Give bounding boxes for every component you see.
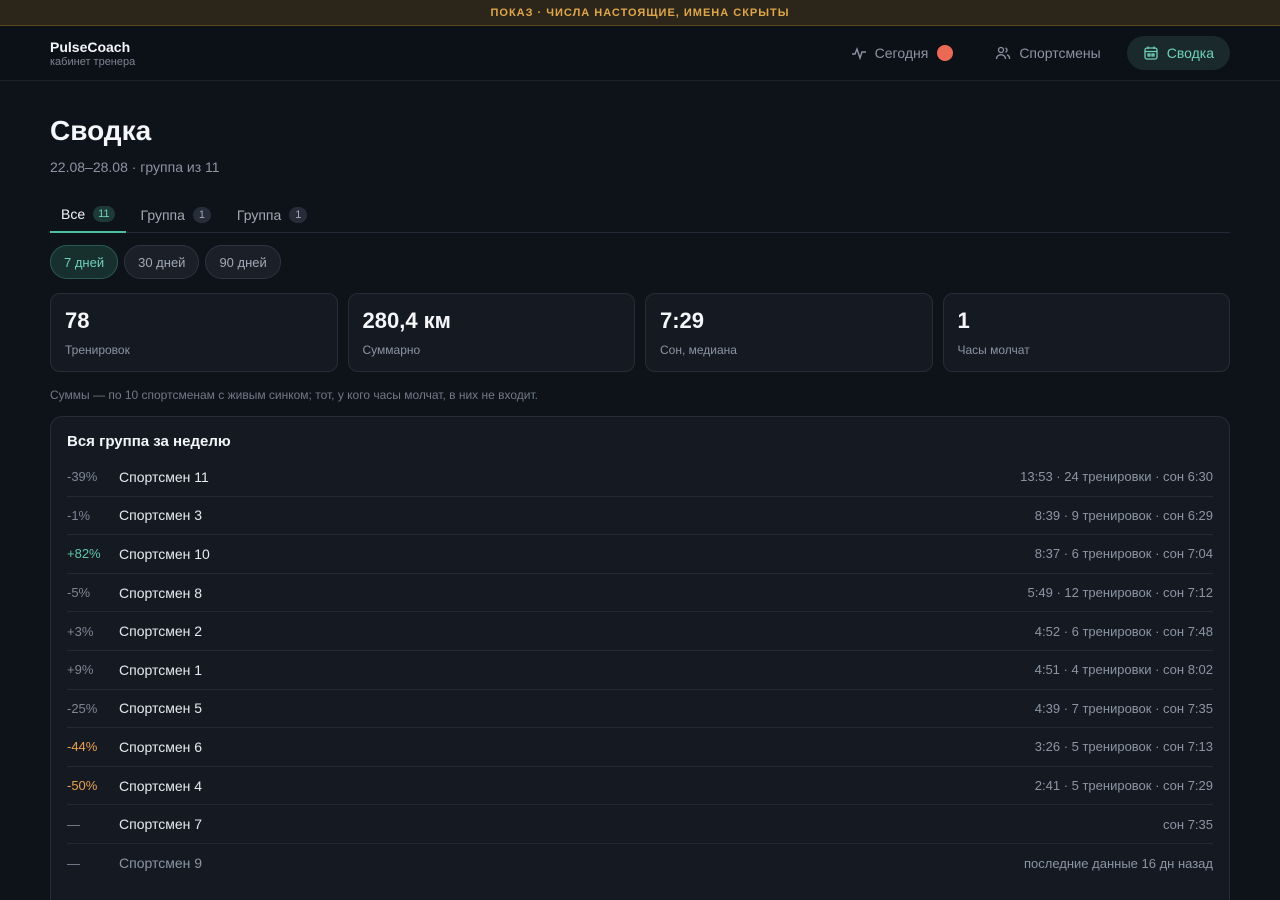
stat-value: 280,4 км [362,308,451,333]
delta-value: +9% [67,662,94,678]
brand-subtitle: кабинет тренера [50,55,136,68]
demo-banner: ПОКАЗ · ЧИСЛА НАСТОЯЩИЕ, ИМЕНА СКРЫТЫ [0,0,1280,26]
athlete-name: Спортсмен 4 [119,777,203,794]
delta-value: +82% [67,546,101,562]
delta-value: -1% [67,507,91,523]
calendar-icon [1144,46,1158,60]
athlete-stats: 5:49 · 12 тренировок · сон 7:12 [1027,585,1213,601]
period-selector: 7 дней 30 дней 90 дней [50,245,1230,279]
delta-value: — [67,855,80,871]
tab-group-1[interactable]: Группа 1 [130,197,222,233]
tab-label: Группа [236,207,282,223]
athlete-stats: 2:41 · 5 тренировок · сон 7:29 [1034,778,1213,794]
stat-sleep: 7:29 Сон, медиана [645,293,933,372]
athlete-name: Спортсмен 11 [119,468,209,485]
main-nav: Сегодня Спортсмены Сводка [835,36,1230,70]
athlete-name: Спортсмен 1 [119,661,203,678]
delta-value: — [67,816,80,832]
table-row[interactable]: +9% Спортсмен 1 4:51 · 4 тренировки · со… [67,651,1213,690]
nav-summary[interactable]: Сводка [1126,36,1230,70]
athlete-stats: 3:26 · 5 тренировок · сон 7:13 [1034,739,1213,755]
athlete-stats: 4:52 · 6 тренировок · сон 7:48 [1034,623,1213,639]
page-subtitle: 22.08–28.08 · группа из 11 [50,159,220,175]
nav-today[interactable]: Сегодня [835,36,970,70]
users-icon [996,46,1011,60]
table-row[interactable]: — Спортсмен 7 сон 7:35 [67,805,1213,844]
athlete-stats: 8:39 · 9 тренировок · сон 6:29 [1034,507,1213,523]
brand-name: PulseCoach [50,38,131,55]
tab-count-badge: 1 [289,207,308,223]
athlete-name: Спортсмен 6 [119,738,203,755]
pulse-icon [851,46,866,61]
delta-value: -44% [67,739,98,755]
athlete-name: Спортсмен 3 [119,507,203,524]
table-row[interactable]: -5% Спортсмен 8 5:49 · 12 тренировок · с… [67,574,1213,613]
table-row[interactable]: -50% Спортсмен 4 2:41 · 5 тренировок · с… [67,767,1213,806]
delta-value: -5% [67,585,91,601]
stat-value: 1 [957,308,970,333]
nav-athletes-label: Спортсмены [1019,45,1101,61]
tab-label: Все [61,206,86,222]
nav-today-label: Сегодня [874,45,929,61]
totals-note: Суммы — по 10 спортсменам с живым синком… [50,388,538,402]
athlete-stats: сон 7:35 [1163,816,1213,832]
athlete-name: Спортсмен 7 [119,816,203,833]
athlete-name: Спортсмен 9 [119,855,203,872]
table-row[interactable]: -25% Спортсмен 5 4:39 · 7 тренировок · с… [67,690,1213,729]
main-content: Сводка 22.08–28.08 · группа из 11 Все 11… [0,81,1280,900]
delta-value: -39% [67,469,98,485]
stat-silent-watches: 1 Часы молчат [942,293,1230,372]
delta-value: -25% [67,700,98,716]
nav-athletes[interactable]: Спортсмены [979,36,1116,70]
delta-value: -50% [67,778,98,794]
group-tabs: Все 11 Группа 1 Группа 1 [50,197,1230,233]
athlete-name: Спортсмен 8 [119,584,203,601]
weekly-group-panel: Вся группа за неделю -39% Спортсмен 11 1… [50,416,1230,900]
table-row[interactable]: -1% Спортсмен 3 8:39 · 9 тренировок · со… [67,497,1213,536]
period-7-days[interactable]: 7 дней [50,245,119,279]
table-row[interactable]: -39% Спортсмен 11 13:53 · 24 тренировки … [67,458,1213,497]
athlete-stats: последние данные 16 дн назад [1023,855,1213,871]
table-row[interactable]: +82% Спортсмен 10 8:37 · 6 тренировок · … [67,535,1213,574]
stat-value: 7:29 [660,308,705,333]
athlete-stats: 4:39 · 7 тренировок · сон 7:35 [1034,700,1213,716]
table-row[interactable]: +3% Спортсмен 2 4:52 · 6 тренировок · со… [67,612,1213,651]
period-90-days[interactable]: 90 дней [205,245,281,279]
nav-summary-label: Сводка [1166,45,1214,61]
panel-title: Вся группа за неделю [67,433,231,450]
stat-label: Сон, медиана [660,343,737,357]
athlete-stats: 13:53 · 24 тренировки · сон 6:30 [1020,469,1213,485]
tab-group-2[interactable]: Группа 1 [226,197,318,233]
athlete-name: Спортсмен 10 [119,545,210,562]
tab-count-badge: 11 [93,206,115,222]
stats-cards: 78 Тренировок 280,4 км Суммарно 7:29 Сон… [50,293,1230,372]
stat-label: Суммарно [362,343,421,357]
athlete-stats: 8:37 · 6 тренировок · сон 7:04 [1034,546,1213,562]
athlete-name: Спортсмен 5 [119,700,203,717]
stat-workouts: 78 Тренировок [50,293,338,372]
alert-dot [937,45,954,61]
stat-label: Часы молчат [957,343,1030,357]
tab-all[interactable]: Все 11 [50,197,126,233]
athlete-list: -39% Спортсмен 11 13:53 · 24 тренировки … [67,458,1213,883]
stat-value: 78 [65,308,90,333]
athlete-stats: 4:51 · 4 тренировки · сон 8:02 [1034,662,1213,678]
tab-label: Группа [140,207,185,223]
athlete-name: Спортсмен 2 [119,623,203,640]
stat-label: Тренировок [65,343,130,357]
page-title: Сводка [50,115,152,146]
app-header: PulseCoach кабинет тренера Сегодня Спорт… [0,26,1280,81]
period-30-days[interactable]: 30 дней [124,245,200,279]
stat-distance: 280,4 км Суммарно [347,293,635,372]
delta-value: +3% [67,623,94,639]
table-row[interactable]: -44% Спортсмен 6 3:26 · 5 тренировок · с… [67,728,1213,767]
table-row[interactable]: — Спортсмен 9 последние данные 16 дн наз… [67,844,1213,883]
tab-count-badge: 1 [192,207,211,223]
brand[interactable]: PulseCoach кабинет тренера [50,39,135,68]
